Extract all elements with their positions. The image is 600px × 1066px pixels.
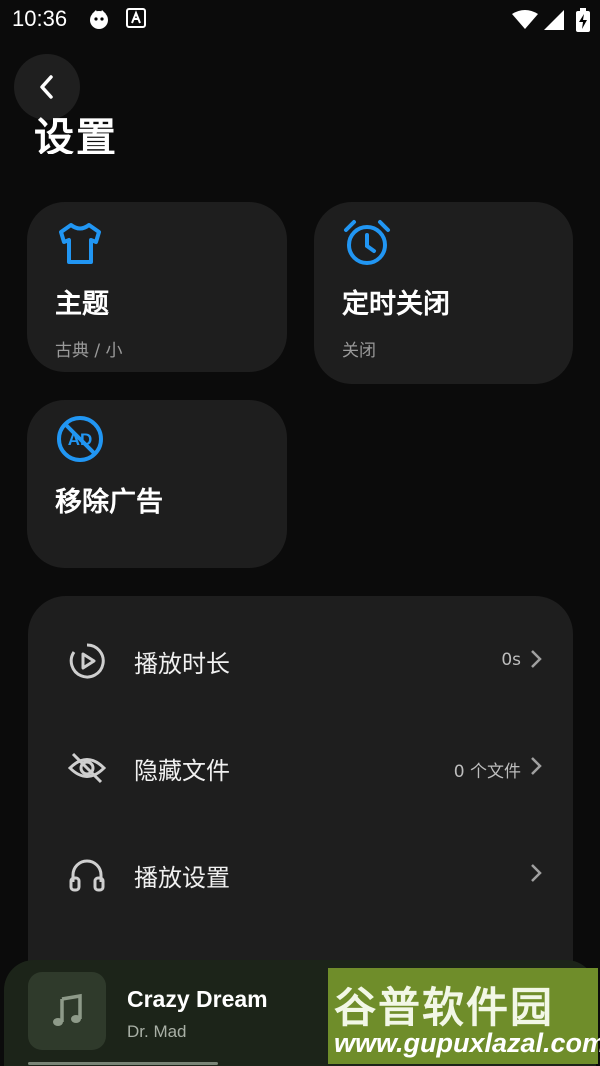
list-item-label: 播放设置 (134, 864, 230, 892)
sleep-timer-card-title: 定时关闭 (342, 289, 450, 320)
chevron-right-icon (531, 757, 542, 775)
no-ads-icon: AD (57, 416, 103, 462)
svg-text:AD: AD (68, 430, 93, 449)
theme-card-subtitle: 古典 / 小 (55, 341, 123, 361)
sleep-timer-card-subtitle: 关闭 (342, 341, 376, 361)
wifi-icon (512, 10, 538, 34)
headphones-icon (69, 859, 105, 892)
status-bar: 10:36 (0, 0, 600, 40)
remove-ads-card[interactable]: AD 移除广告 (27, 400, 287, 568)
theme-card[interactable]: 主题 古典 / 小 (27, 202, 287, 372)
chevron-right-icon (531, 864, 542, 882)
theme-card-title: 主题 (55, 289, 109, 320)
shirt-icon (59, 223, 101, 264)
list-item-value: 0 个文件 (453, 762, 521, 782)
battery-charging-icon (576, 8, 590, 36)
music-note-icon (53, 993, 82, 1026)
watermark-title: 谷普软件园 (334, 983, 555, 1032)
sleep-timer-card[interactable]: 定时关闭 关闭 (314, 202, 573, 384)
eye-off-icon (68, 752, 106, 784)
list-item-value: 0s (501, 650, 521, 670)
app-notification-icon (88, 8, 110, 34)
list-item-play-duration[interactable]: 播放时长 0s (28, 622, 573, 702)
list-item-label: 隐藏文件 (134, 757, 230, 785)
list-item-playback-settings[interactable]: 播放设置 (28, 836, 573, 916)
cellular-signal-icon (544, 10, 564, 34)
song-artist: Dr. Mad (127, 1022, 187, 1041)
list-item-label: 播放时长 (134, 650, 230, 678)
list-item-hidden-files[interactable]: 隐藏文件 0 个文件 (28, 729, 573, 809)
chevron-right-icon (531, 650, 542, 668)
watermark-url: www.gupuxlazal.com (334, 1028, 600, 1058)
keyboard-a-icon (126, 8, 146, 32)
playback-progress-bar (28, 1062, 218, 1065)
alarm-clock-icon (344, 220, 390, 265)
settings-list: 播放时长 0s 隐藏文件 0 个文件 播放设置 (28, 596, 573, 1016)
album-art (28, 972, 106, 1050)
chevron-left-icon (40, 75, 53, 99)
song-title: Crazy Dream (127, 986, 268, 1012)
remove-ads-card-title: 移除广告 (55, 487, 163, 518)
status-time: 10:36 (12, 6, 68, 31)
play-duration-icon (69, 643, 105, 679)
page-title: 设置 (34, 115, 118, 154)
watermark-logo: 谷普软件园 www.gupuxlazal.com (328, 968, 600, 1064)
